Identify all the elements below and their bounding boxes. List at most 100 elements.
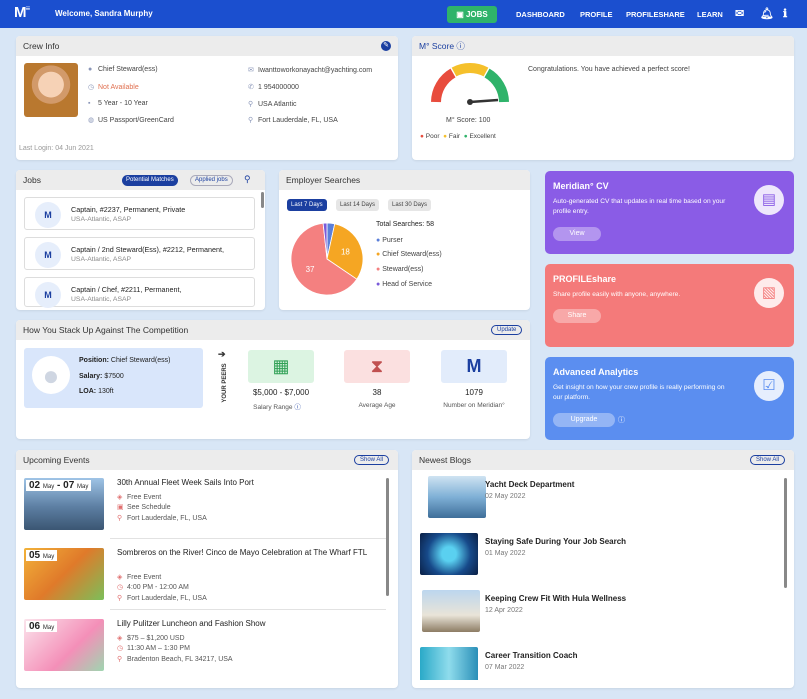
event-image: 06 May	[24, 619, 104, 671]
job-logo: M	[35, 242, 61, 268]
search-icon[interactable]: ⚲	[244, 174, 251, 185]
event-time: ◷ 11:30 AM – 1:30 PM	[117, 644, 190, 652]
upgrade-button[interactable]: Upgrade	[553, 413, 615, 427]
blog-item[interactable]: Career Transition Coach 07 Mar 2022	[420, 647, 790, 680]
jobs-scrollbar[interactable]	[261, 192, 264, 208]
events-scrollbar[interactable]	[386, 478, 389, 596]
job-item[interactable]: M Captain, #2237, Permanent, Private USA…	[24, 197, 255, 230]
event-time-text: See Schedule	[127, 504, 171, 511]
tag-icon: ◈	[117, 635, 123, 642]
tab-applied-jobs[interactable]: Applied jobs	[190, 175, 233, 186]
tab-last-14-days[interactable]: Last 14 Days	[336, 199, 380, 211]
event-item[interactable]: 05 May Sombreros on the River! Cinco de …	[24, 548, 386, 612]
blog-title[interactable]: Staying Safe During Your Job Search	[485, 537, 626, 546]
info-icon[interactable]: ⓘ	[618, 415, 625, 425]
blog-date: 01 May 2022	[485, 550, 526, 557]
event-title[interactable]: Sombreros on the River! Cinco de Mayo Ce…	[117, 548, 387, 558]
crew-experience: ▪ 5 Year - 10 Year	[88, 100, 148, 107]
my-position-value: Chief Steward(ess)	[110, 357, 171, 364]
event-location-text: Fort Lauderdale, FL, USA	[127, 515, 207, 522]
map-pin-icon: ⚲	[248, 117, 254, 124]
my-salary-value: $7500	[104, 373, 124, 380]
mail-icon[interactable]: ✉	[735, 7, 744, 20]
blog-date: 12 Apr 2022	[485, 607, 523, 614]
crew-availability: ◷ Not Available	[88, 83, 139, 91]
jobs-label: JOBS	[465, 10, 488, 19]
map-pin-icon: ⚲	[248, 101, 254, 108]
event-title[interactable]: Lilly Pulitzer Luncheon and Fashion Show	[117, 619, 387, 629]
job-title: Captain / Chef, #2211, Permanent,	[71, 285, 182, 294]
job-item[interactable]: M Captain / Chef, #2211, Permanent, USA-…	[24, 277, 255, 308]
event-location-text: Fort Lauderdale, FL, USA	[127, 595, 207, 602]
analytics-text: Get insight on how your crew profile is …	[553, 384, 725, 401]
blog-title[interactable]: Yacht Deck Department	[485, 480, 574, 489]
event-location: ⚲ Fort Lauderdale, FL, USA	[117, 594, 207, 602]
welcome-text: Welcome, Sandra Murphy	[55, 9, 153, 18]
nav-profileshare[interactable]: PROFILESHARE	[626, 10, 685, 19]
event-image: 05 May	[24, 548, 104, 600]
share-title: PROFILEshare	[553, 274, 617, 284]
last-login: Last Login: 04 Jun 2021	[19, 145, 94, 152]
legend-head-of-service: ● Head of Service	[376, 281, 432, 288]
blog-title[interactable]: Keeping Crew Fit With Hula Wellness	[485, 594, 626, 603]
blog-image	[422, 590, 480, 632]
meridian-logo[interactable]: M≡	[14, 4, 30, 21]
gauge-needle	[469, 98, 499, 104]
envelope-icon: ✉	[248, 67, 254, 74]
stack-up-header: How You Stack Up Against The Competition	[16, 320, 530, 340]
update-button[interactable]: Update	[491, 325, 523, 335]
event-title[interactable]: 30th Annual Fleet Week Sails Into Port	[117, 478, 387, 488]
share-text: Share profile easily with anyone, anywhe…	[553, 291, 681, 298]
info-icon[interactable]: ℹ	[783, 7, 787, 20]
crew-location-text: Fort Lauderdale, FL, USA	[258, 117, 338, 124]
pie-label: 18	[341, 248, 350, 257]
nav-dashboard[interactable]: DASHBOARD	[516, 10, 565, 19]
jobs-button[interactable]: ▣ JOBS	[447, 6, 497, 23]
bell-icon[interactable]: 🔔︎	[760, 7, 774, 20]
events-show-all-button[interactable]: Show All	[354, 455, 390, 465]
pie-label: 37	[306, 265, 315, 274]
blog-item[interactable]: Keeping Crew Fit With Hula Wellness 12 A…	[420, 590, 790, 640]
event-price-text: Free Event	[127, 574, 162, 581]
arrow-right-icon: ➔	[218, 349, 226, 359]
user-avatar-icon: ●	[32, 356, 70, 394]
info-icon[interactable]: ⓘ	[456, 41, 465, 51]
number-on-meridian-label: Number on Meridian°	[443, 402, 505, 409]
map-pin-icon: ⚲	[117, 515, 123, 522]
legend-dot-fair: ●	[443, 133, 448, 140]
events-header: Upcoming Events	[16, 450, 398, 470]
job-item[interactable]: M Captain / 2nd Steward(Ess), #2212, Per…	[24, 237, 255, 270]
job-subtitle: USA-Atlantic, ASAP	[71, 256, 132, 263]
my-salary-label: Salary:	[79, 373, 103, 380]
nav-learn[interactable]: LEARN	[697, 10, 723, 19]
event-price-text: Free Event	[127, 494, 162, 501]
map-pin-icon: ⚲	[117, 656, 123, 663]
meridian-cv-card: Meridian° CV Auto-generated CV that upda…	[545, 171, 794, 254]
blogs-scrollbar[interactable]	[784, 478, 787, 588]
crew-region-text: USA Atlantic	[258, 101, 297, 108]
legend-label: Steward(ess)	[382, 266, 424, 273]
crew-email-text: Iwanttoworkonayacht@yachting.com	[258, 67, 373, 74]
nav-profile[interactable]: PROFILE	[580, 10, 613, 19]
event-item[interactable]: 02 May - 07 May 30th Annual Fleet Week S…	[24, 478, 386, 542]
edit-icon[interactable]: ✎	[381, 41, 391, 51]
job-logo: M	[35, 202, 61, 228]
tab-potential-matches[interactable]: Potential Matches	[122, 175, 178, 186]
blog-item[interactable]: Staying Safe During Your Job Search 01 M…	[420, 533, 790, 583]
blogs-show-all-button[interactable]: Show All	[750, 455, 786, 465]
blog-item[interactable]: Yacht Deck Department 02 May 2022	[420, 476, 790, 526]
tab-last-7-days[interactable]: Last 7 Days	[287, 199, 327, 211]
m-score-header: M° Score ⓘ	[412, 36, 794, 56]
event-month-end: May	[77, 484, 89, 490]
view-cv-button[interactable]: View	[553, 227, 601, 241]
event-item[interactable]: 06 May Lilly Pulitzer Luncheon and Fashi…	[24, 619, 386, 683]
share-button[interactable]: Share	[553, 309, 601, 323]
event-month: May	[42, 484, 55, 490]
tab-last-30-days[interactable]: Last 30 Days	[388, 199, 432, 211]
average-age: 38	[372, 388, 382, 397]
legend-fair: Fair	[448, 133, 461, 140]
blog-title[interactable]: Career Transition Coach	[485, 651, 577, 660]
salary-range-label-text: Salary Range	[253, 404, 293, 411]
crew-position: ● Chief Steward(ess)	[88, 66, 158, 73]
info-icon[interactable]: ⓘ	[294, 404, 301, 411]
